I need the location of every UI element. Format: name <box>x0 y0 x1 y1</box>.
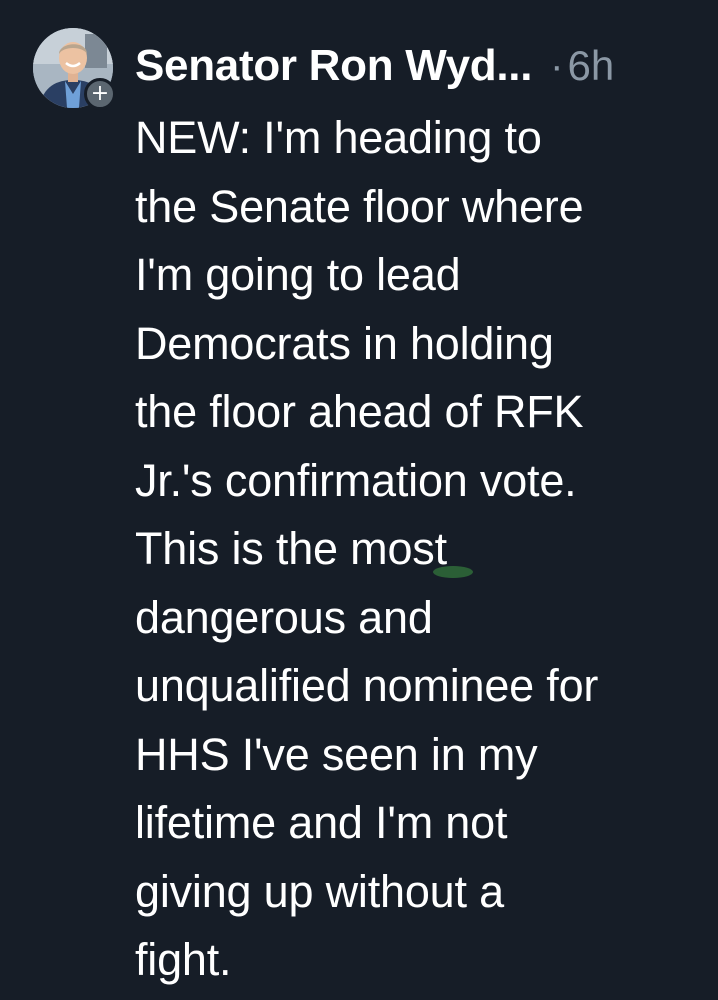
screen-smudge <box>433 566 473 578</box>
post-text-line: lifetime and I'm not <box>135 797 508 848</box>
post-body: NEW: I'm heading to the Senate floor whe… <box>135 104 700 995</box>
post-text-line: This is the most <box>135 523 447 574</box>
post: + Senator Ron Wyd... · 6h NEW: I'm headi… <box>0 0 718 1000</box>
post-text-line: Democrats in holding <box>135 317 554 369</box>
post-text-line: fight. <box>135 934 232 985</box>
follow-plus-icon[interactable]: + <box>84 78 116 110</box>
separator-dot: · <box>550 43 564 88</box>
post-text-line: NEW: I'm heading to <box>135 112 542 163</box>
post-text-line: unqualified nominee for <box>135 660 599 711</box>
post-text-line: the floor ahead of RFK <box>135 386 584 437</box>
post-text-line: Jr.'s confirmation vote. <box>135 454 577 506</box>
post-header: Senator Ron Wyd... · 6h <box>135 38 614 94</box>
post-text-line: the Senate floor where <box>135 180 584 232</box>
post-text-line: dangerous and <box>135 591 433 643</box>
author-name[interactable]: Senator Ron Wyd... <box>135 41 532 91</box>
post-text-line: HHS I've seen in my <box>135 728 538 780</box>
post-text-line: giving up without a <box>135 865 504 917</box>
post-timestamp[interactable]: 6h <box>567 42 614 90</box>
post-text-line: I'm going to lead <box>135 249 461 300</box>
